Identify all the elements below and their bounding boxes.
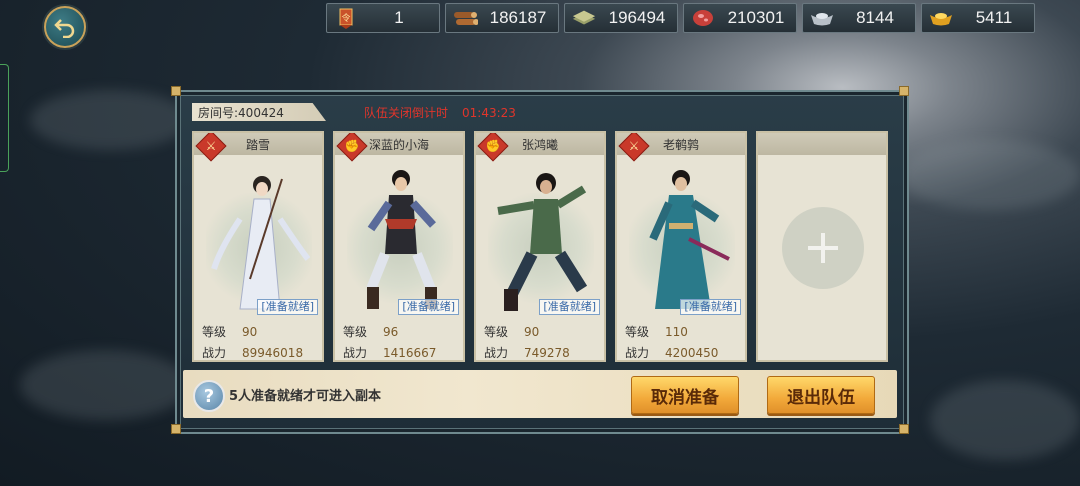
help-icon[interactable]: ? — [193, 380, 225, 412]
svg-text:令: 令 — [341, 12, 350, 24]
countdown-label: 队伍关闭倒计时 — [364, 106, 449, 120]
action-bar: ? 5人准备就绪才可进入副本 取消准备 退出队伍 — [183, 370, 897, 418]
level-label: 等级 — [625, 325, 650, 339]
side-tab[interactable] — [0, 64, 9, 172]
panel-corner — [171, 424, 181, 434]
back-arrow-icon — [54, 19, 75, 38]
stone-slab-icon — [571, 7, 597, 29]
ready-status: [准备就绪] — [539, 299, 600, 315]
power-row: 战力 89946018 — [202, 344, 304, 360]
back-button[interactable] — [44, 6, 86, 48]
panel-corner — [899, 86, 909, 96]
level-row: 等级 90 — [484, 323, 539, 340]
resource-token: 令 1 — [326, 3, 440, 33]
exit-team-button[interactable]: 退出队伍 — [767, 376, 875, 414]
power-label: 战力 — [202, 346, 227, 360]
member-name: 深蓝的小海 — [368, 138, 429, 152]
member-card[interactable]: ⚔ 踏雪 [准备就绪] 等级 90 战力 89946018 — [192, 131, 324, 362]
empty-slot-card[interactable] — [756, 131, 888, 362]
level-row: 等级 110 — [625, 323, 688, 340]
invite-button[interactable] — [782, 207, 864, 289]
member-card[interactable]: ✊ 深蓝的小海 [准备就绪] 等级 96 战力 1416667 — [333, 131, 465, 362]
power-label: 战力 — [343, 346, 368, 360]
entry-hint: 5人准备就绪才可进入副本 — [229, 389, 382, 404]
plus-icon — [808, 233, 838, 263]
meat-icon — [690, 7, 716, 29]
card-header — [758, 133, 886, 155]
level-label: 等级 — [484, 325, 509, 339]
resource-gold: 5411 — [921, 3, 1035, 33]
level-row: 等级 96 — [343, 323, 398, 340]
panel-corner — [171, 86, 181, 96]
power-row: 战力 4200450 — [625, 344, 719, 360]
banner-scroll-icon: 令 — [333, 7, 359, 29]
power-value: 89946018 — [242, 346, 304, 360]
character-portrait — [497, 173, 588, 311]
level-value: 96 — [383, 325, 399, 339]
character-portrait — [366, 170, 437, 309]
countdown-time: 01:43:23 — [462, 106, 516, 120]
resource-value: 5411 — [975, 8, 1013, 27]
power-value: 4200450 — [665, 346, 719, 360]
power-row: 战力 1416667 — [343, 344, 437, 360]
team-countdown: 队伍关闭倒计时 01:43:23 — [364, 104, 516, 121]
power-label: 战力 — [484, 346, 509, 360]
level-label: 等级 — [202, 325, 227, 339]
resource-value: 210301 — [727, 8, 785, 27]
member-card[interactable]: ⚔ 老鹌鹑 [准备就绪] 等级 110 战力 4200450 — [615, 131, 747, 362]
member-name: 踏雪 — [245, 138, 270, 152]
ready-status: [准备就绪] — [680, 299, 741, 315]
background-cloud — [30, 90, 190, 150]
power-label: 战力 — [625, 346, 650, 360]
background-cloud — [900, 140, 1080, 210]
cancel-ready-button[interactable]: 取消准备 — [631, 376, 739, 414]
ready-status: [准备就绪] — [257, 299, 318, 315]
resource-stone: 196494 — [564, 3, 678, 33]
room-number: 房间号:400424 — [192, 103, 326, 121]
level-value: 90 — [242, 325, 258, 339]
background-cloud — [930, 380, 1080, 460]
resource-meat: 210301 — [683, 3, 797, 33]
member-name: 张鸿曦 — [521, 138, 558, 152]
resource-value: 8144 — [856, 8, 894, 27]
power-value: 1416667 — [383, 346, 437, 360]
level-row: 等级 90 — [202, 323, 257, 340]
power-value: 749278 — [524, 346, 570, 360]
ready-status: [准备就绪] — [398, 299, 459, 315]
level-label: 等级 — [343, 325, 368, 339]
gold-ingot-icon — [928, 7, 954, 29]
resource-value: 196494 — [608, 8, 666, 27]
resource-value: 186187 — [489, 8, 547, 27]
resource-silver: 8144 — [802, 3, 916, 33]
background-cloud — [20, 350, 190, 420]
level-value: 110 — [665, 325, 688, 339]
wood-log-icon — [452, 7, 478, 29]
level-value: 90 — [524, 325, 540, 339]
power-row: 战力 749278 — [484, 344, 570, 360]
resource-value: 1 — [394, 8, 404, 27]
character-portrait — [211, 176, 310, 310]
resource-wood: 186187 — [445, 3, 559, 33]
member-card[interactable]: ✊ 张鸿曦 [准备就绪] 等级 90 战力 749278 — [474, 131, 606, 362]
silver-ingot-icon — [809, 7, 835, 29]
panel-corner — [899, 424, 909, 434]
member-name: 老鹌鹑 — [662, 138, 699, 152]
character-portrait — [649, 170, 730, 309]
